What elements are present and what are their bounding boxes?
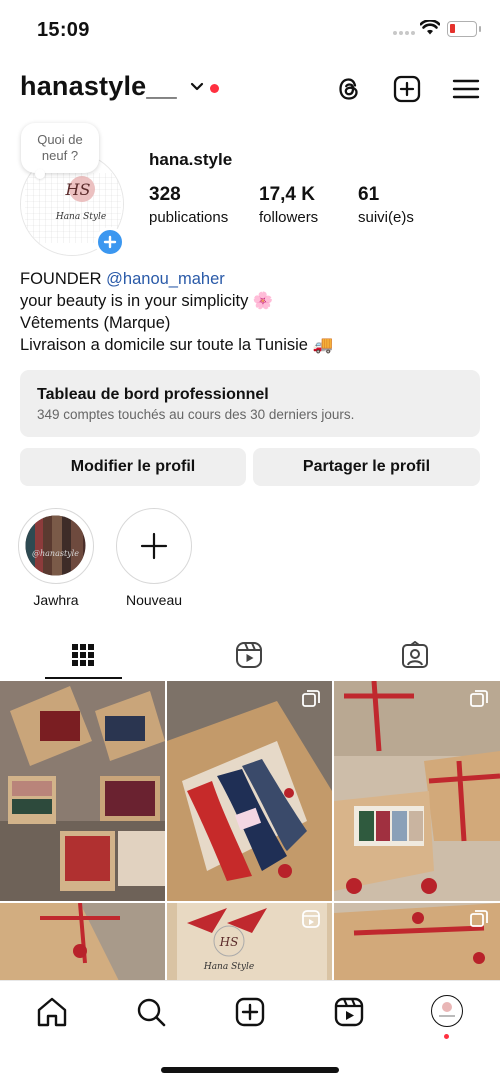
post-tile[interactable] xyxy=(0,681,165,901)
carousel-icon xyxy=(470,910,488,927)
plus-icon xyxy=(103,235,117,249)
wifi-icon xyxy=(420,20,440,35)
tagged-icon xyxy=(402,641,428,668)
home-indicator xyxy=(161,1067,339,1073)
status-bar: 15:09 xyxy=(0,0,500,60)
highlight-ring: @hanastyle xyxy=(18,508,94,584)
status-time: 15:09 xyxy=(37,19,90,41)
stat-following[interactable]: 61 suivi(e)s xyxy=(358,184,414,226)
tab-tagged[interactable] xyxy=(332,630,498,680)
display-name: hana.style xyxy=(149,150,233,169)
note-bubble[interactable]: Quoi de neuf ? xyxy=(21,123,99,179)
stat-followers-count: 17,4 K xyxy=(259,184,315,205)
bio: FOUNDER @hanou_maher your beauty is in y… xyxy=(20,268,333,356)
active-tab-indicator xyxy=(45,677,122,679)
home-icon[interactable] xyxy=(35,995,69,1029)
dashboard-subtitle: 349 comptes touchés au cours des 30 dern… xyxy=(37,407,355,422)
chevron-down-icon[interactable] xyxy=(190,82,204,92)
logo-wordmark: Hana Style xyxy=(55,212,106,222)
highlight-watermark: @hanastyle xyxy=(32,549,79,558)
bio-line-tagline: your beauty is in your simplicity 🌸 xyxy=(20,292,274,310)
bottom-navigation xyxy=(0,980,500,1080)
profile-avatar[interactable] xyxy=(431,995,463,1027)
highlight-cover: @hanastyle xyxy=(25,515,86,576)
stat-posts[interactable]: 328 publications xyxy=(149,184,228,226)
signal-icon xyxy=(393,31,415,35)
edit-profile-button[interactable]: Modifier le profil xyxy=(20,448,246,486)
note-text: Quoi de neuf ? xyxy=(37,132,83,163)
plus-icon xyxy=(140,532,168,560)
reels-icon xyxy=(236,642,262,668)
notification-dot xyxy=(444,1034,449,1039)
stat-following-count: 61 xyxy=(358,184,380,205)
profile-header: hanastyle__ xyxy=(0,68,500,112)
svg-text:HS: HS xyxy=(219,935,239,949)
menu-icon[interactable] xyxy=(451,74,481,104)
note-tail xyxy=(35,169,45,179)
battery-icon xyxy=(447,21,481,37)
create-icon[interactable] xyxy=(233,995,267,1029)
reel-badge-icon xyxy=(302,910,320,928)
bio-mention-link[interactable]: @hanou_maher xyxy=(106,270,225,288)
tab-reels[interactable] xyxy=(166,630,332,680)
highlight-new[interactable]: Nouveau xyxy=(114,508,194,608)
reels-icon[interactable] xyxy=(332,995,366,1029)
grid-icon xyxy=(72,644,94,666)
post-tile[interactable] xyxy=(167,681,332,901)
bio-prefix: FOUNDER xyxy=(20,270,107,288)
share-profile-button[interactable]: Partager le profil xyxy=(253,448,480,486)
tab-posts[interactable] xyxy=(0,630,166,680)
bio-line-category: Vêtements (Marque) xyxy=(20,314,171,332)
professional-dashboard[interactable]: Tableau de bord professionnel 349 compte… xyxy=(20,370,480,437)
bio-line-founder: FOUNDER @hanou_maher xyxy=(20,268,333,290)
search-icon[interactable] xyxy=(134,995,168,1029)
post-tile[interactable] xyxy=(0,903,165,981)
carousel-icon xyxy=(302,690,320,707)
carousel-icon xyxy=(470,690,488,707)
dashboard-title: Tableau de bord professionnel xyxy=(37,386,269,403)
new-highlight-ring xyxy=(116,508,192,584)
profile-avatar-logo xyxy=(439,1002,455,1017)
logo-initials: HS xyxy=(65,180,91,199)
highlight-new-label: Nouveau xyxy=(125,592,183,608)
highlight-label: Jawhra xyxy=(33,592,79,608)
threads-icon[interactable] xyxy=(334,74,364,104)
highlight-jawhra[interactable]: @hanastyle Jawhra xyxy=(16,508,96,608)
posts-grid: HS Hana Style xyxy=(0,681,500,981)
post-tile[interactable] xyxy=(334,681,500,901)
profile-tabs xyxy=(0,630,500,680)
stat-followers-label: followers xyxy=(259,209,319,226)
stat-following-label: suivi(e)s xyxy=(358,209,414,226)
account-username[interactable]: hanastyle__ xyxy=(20,71,177,102)
bio-line-delivery: Livraison a domicile sur toute la Tunisi… xyxy=(20,336,334,354)
stat-followers[interactable]: 17,4 K followers xyxy=(259,184,318,226)
tile-logo-text: Hana Style xyxy=(203,962,254,972)
stat-posts-label: publications xyxy=(149,209,229,226)
create-post-icon[interactable] xyxy=(392,74,422,104)
notification-dot xyxy=(210,84,219,93)
stat-posts-count: 328 xyxy=(149,184,181,205)
add-story-button[interactable] xyxy=(95,227,125,257)
